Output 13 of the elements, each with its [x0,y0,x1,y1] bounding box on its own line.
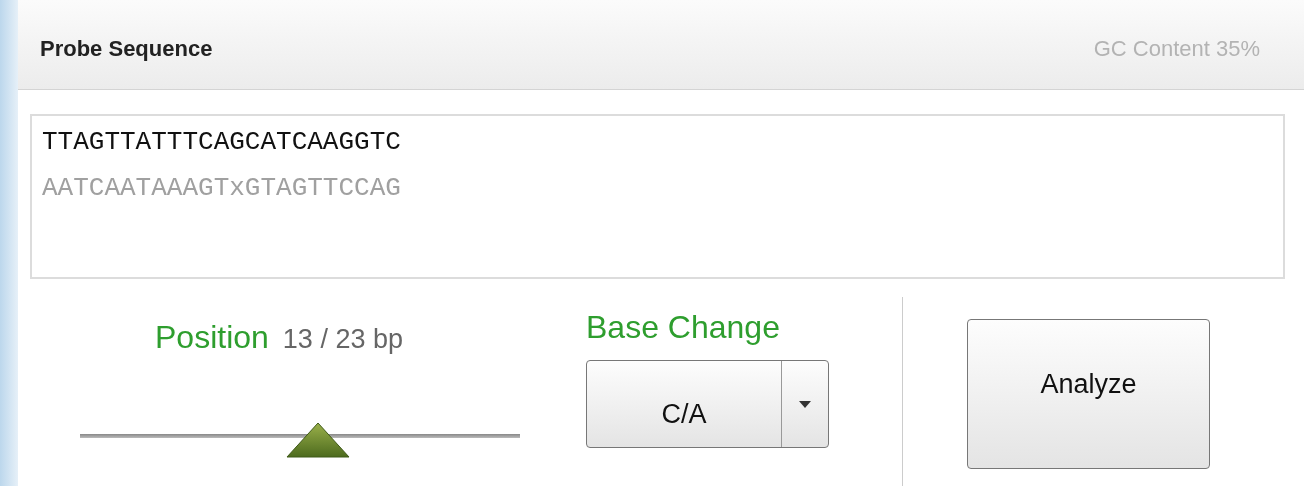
panel-title: Probe Sequence [40,35,213,62]
slider-thumb[interactable] [285,422,350,458]
sequence-field[interactable]: TTAGTTATTTCAGCATCAAGGTC AATCAATAAAGTxGTAGTTCCAG [30,114,1285,279]
caret-icon [799,400,811,408]
position-label: Position [155,319,269,356]
analyze-button[interactable]: Analyze [967,319,1210,469]
base-change-dropdown[interactable]: C/A [586,360,829,448]
sequence-line: AATCAATAAAGTxGTAGTTCCAG [42,172,402,204]
position-reading: 13 / 23 bp [282,324,403,355]
gc-content-label: GC Content 35% [1093,35,1260,62]
dropdown-value: C/A [660,397,708,431]
base-change-label: Base Change [586,309,780,346]
sequence-line: TTAGTTATTTCAGCATCAAGGTC [42,126,402,158]
